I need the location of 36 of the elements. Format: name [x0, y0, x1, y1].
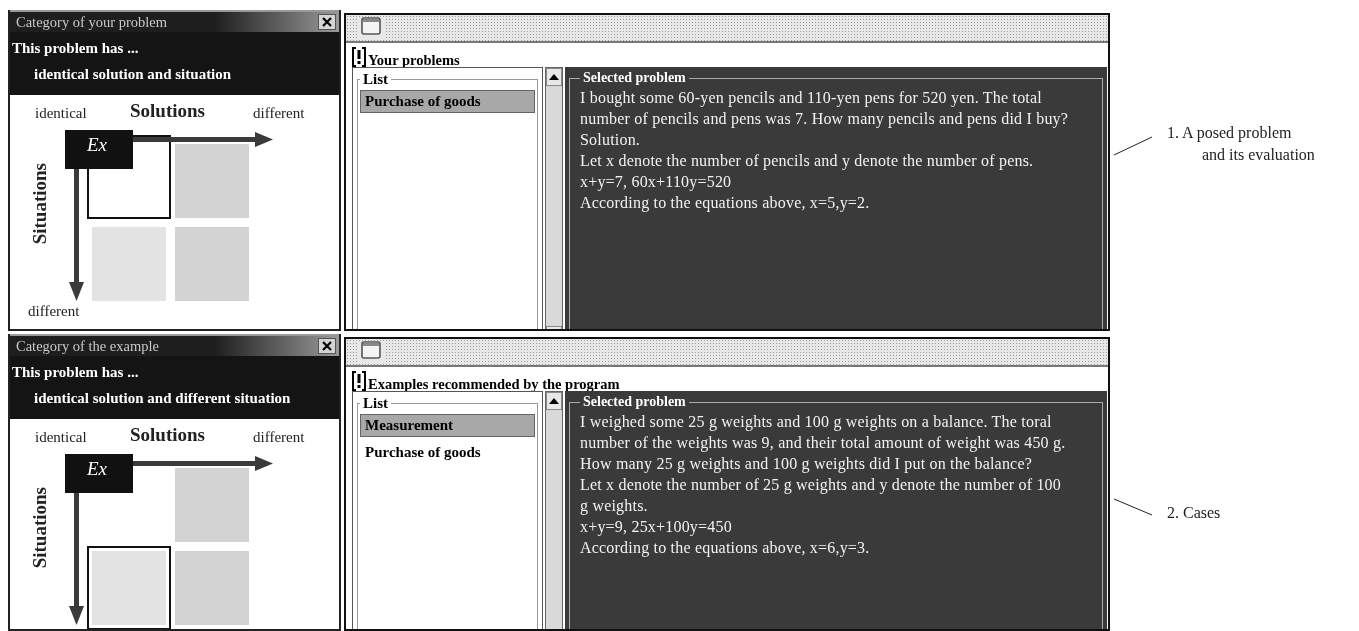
- list-item[interactable]: Measurement: [360, 414, 535, 437]
- problem-text: I bought some 60-yen pencils and 110-yen pens for 520 yen. The total number of pencils and pens was 7. How many pencils and pens did I buy?: [580, 88, 1070, 129]
- section-heading: Your problems: [368, 53, 460, 67]
- problem-text: x+y=9, 25x+100y=450: [580, 517, 733, 537]
- axis-start-label: identical: [35, 429, 87, 446]
- header-text: This problem has ...: [12, 39, 140, 58]
- axis-title: Solutions: [130, 100, 205, 122]
- list-title: List: [362, 72, 389, 86]
- category-text: identical solution and situation: [33, 65, 233, 84]
- example-marker: Ex: [65, 454, 133, 493]
- header-text: This problem has ...: [12, 363, 140, 382]
- axis-title: Situations: [29, 163, 51, 245]
- annotation-text: 2. Cases: [1167, 503, 1222, 523]
- example-marker: Ex: [65, 130, 133, 169]
- annotation-text: 1. A posed problem and its evaluation: [1167, 123, 1315, 165]
- axis-end-label: different: [28, 303, 80, 320]
- panel-title: Category of the example: [16, 337, 159, 355]
- section-heading: Examples recommended by the program: [368, 377, 620, 391]
- category-text: identical solution and different situation: [33, 389, 292, 408]
- detail-title: Selected problem: [582, 71, 687, 85]
- detail-title: Selected problem: [582, 395, 687, 409]
- problem-text: Let x denote the number of pencils and y denote the number of pens.: [580, 151, 1035, 171]
- axis-end-label: different: [253, 429, 305, 446]
- problem-text: According to the equations above, x=6,y=3.: [580, 538, 871, 558]
- problem-text: x+y=7, 60x+110y=520: [580, 172, 733, 192]
- axis-end-label: different: [253, 105, 305, 122]
- list-item[interactable]: Purchase of goods: [360, 90, 535, 113]
- axis-start-label: identical: [35, 105, 87, 122]
- problem-text: Let x denote the number of 25 g weights and y denote the number of 100 g weights.: [580, 475, 1062, 516]
- problem-text: Solution.: [580, 130, 642, 150]
- problem-text: I weighed some 25 g weights and 100 g weights on a balance. The toral number of the weights was 9, and their total amount of weight was 450 g. How many 25 g weights and 100 g weights did I put on the balance?: [580, 412, 1067, 474]
- axis-title: Situations: [29, 487, 51, 569]
- panel-title: Category of your problem: [16, 13, 167, 31]
- problem-text: According to the equations above, x=5,y=2.: [580, 193, 871, 213]
- list-title: List: [362, 396, 389, 410]
- axis-title: Solutions: [130, 424, 205, 446]
